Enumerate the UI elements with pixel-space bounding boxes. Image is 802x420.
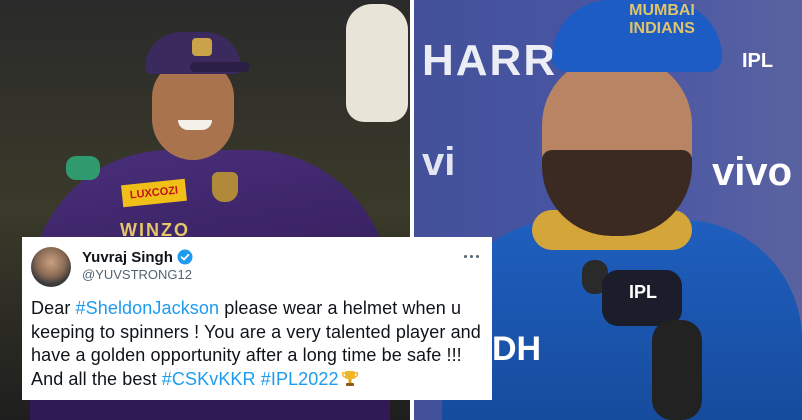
hashtag-link[interactable]: #CSKvKKR <box>162 369 256 389</box>
trophy-icon <box>341 369 359 387</box>
microphone-3 <box>652 320 702 420</box>
author-handle[interactable]: @YUVSTRONG12 <box>82 267 192 282</box>
mic-flag-label: IPL <box>628 282 657 302</box>
cap-logo <box>192 38 212 56</box>
team-crest <box>212 172 238 202</box>
cap-team-text: MUMBAI INDIANS <box>629 2 695 37</box>
backdrop-vivo: vivo <box>712 150 793 194</box>
backdrop-ipl: IPL <box>742 50 774 72</box>
hashtag-link[interactable]: #SheldonJackson <box>76 298 220 318</box>
tweet-card[interactable]: Yuvraj Singh @YUVSTRONG12 Dear #SheldonJ… <box>22 237 492 400</box>
more-options-icon[interactable] <box>462 249 480 263</box>
tweet-text: Dear #SheldonJackson please wear a helme… <box>31 297 489 391</box>
jersey-badge <box>66 156 100 180</box>
player-face <box>152 60 234 160</box>
hashtag-link[interactable]: #IPL2022 <box>261 369 339 389</box>
player-smile <box>178 120 212 130</box>
keeping-glove <box>346 4 408 122</box>
avatar[interactable] <box>31 247 71 287</box>
cap-brim <box>190 62 250 72</box>
author-row: Yuvraj Singh <box>82 247 193 267</box>
tweet-text-part: Dear <box>31 298 76 318</box>
jersey-chest-text-right: DH <box>492 330 542 368</box>
verified-badge-icon <box>177 249 193 265</box>
backdrop-sponsor-2: vi <box>422 140 456 184</box>
author-name[interactable]: Yuvraj Singh <box>82 249 173 266</box>
